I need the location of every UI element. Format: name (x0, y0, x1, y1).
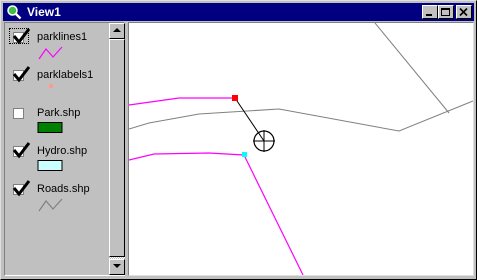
layer-row[interactable]: parklines1 (5, 26, 109, 64)
parkline-segment[interactable] (128, 152, 304, 276)
close-button[interactable] (456, 5, 472, 19)
fill-symbol-icon (37, 160, 63, 171)
rubber-band-line (234, 97, 265, 142)
crosshair-cursor-icon (253, 130, 275, 152)
selected-vertex-marker[interactable] (232, 95, 238, 101)
minimize-icon (426, 14, 432, 16)
layer-name: Park.shp (37, 107, 81, 119)
scroll-thumb[interactable] (109, 39, 125, 257)
window-title: View1 (27, 5, 61, 19)
layer-name: parklabels1 (37, 69, 94, 81)
point-symbol-icon (49, 84, 53, 88)
layer-row[interactable]: parklabels1 (5, 64, 109, 102)
minimize-button[interactable] (422, 5, 438, 19)
map-canvas[interactable] (128, 22, 474, 276)
maximize-icon (441, 8, 450, 16)
scroll-up-button[interactable] (109, 23, 125, 39)
search-magnifier-icon (7, 5, 22, 20)
toc-scrollbar[interactable] (109, 23, 125, 275)
layer-row[interactable]: Hydro.shp (5, 140, 109, 178)
layer-row[interactable]: Roads.shp (5, 178, 109, 216)
layer-name: Roads.shp (37, 183, 90, 195)
road-line[interactable] (128, 100, 474, 132)
view-window: View1 parklines1 parklabels1 Park.shp Hydro… (0, 0, 477, 280)
table-of-contents: parklines1 parklabels1 Park.shp Hydro.shp Ro… (4, 22, 125, 276)
scroll-down-button[interactable] (109, 259, 125, 275)
checkmark-icon (12, 180, 31, 197)
checkmark-icon (12, 66, 31, 83)
maximize-button[interactable] (438, 5, 454, 19)
layer-row[interactable]: Park.shp (5, 102, 109, 140)
layer-visibility-checkbox[interactable] (13, 108, 24, 119)
checkmark-icon (12, 28, 31, 45)
map-drawing (128, 22, 474, 276)
fill-symbol-icon (37, 122, 63, 133)
line-symbol-icon (38, 46, 63, 60)
title-bar[interactable]: View1 (3, 3, 474, 21)
checkmark-icon (12, 142, 31, 159)
road-line[interactable] (374, 22, 450, 114)
close-icon (459, 8, 468, 17)
parkline-segment[interactable] (128, 97, 235, 106)
arrow-down-icon (113, 264, 121, 268)
snap-vertex-marker[interactable] (242, 152, 247, 157)
layer-name: parklines1 (37, 31, 88, 43)
layer-name: Hydro.shp (37, 145, 88, 157)
arrow-up-icon (113, 28, 121, 32)
line-symbol-icon (38, 198, 63, 212)
